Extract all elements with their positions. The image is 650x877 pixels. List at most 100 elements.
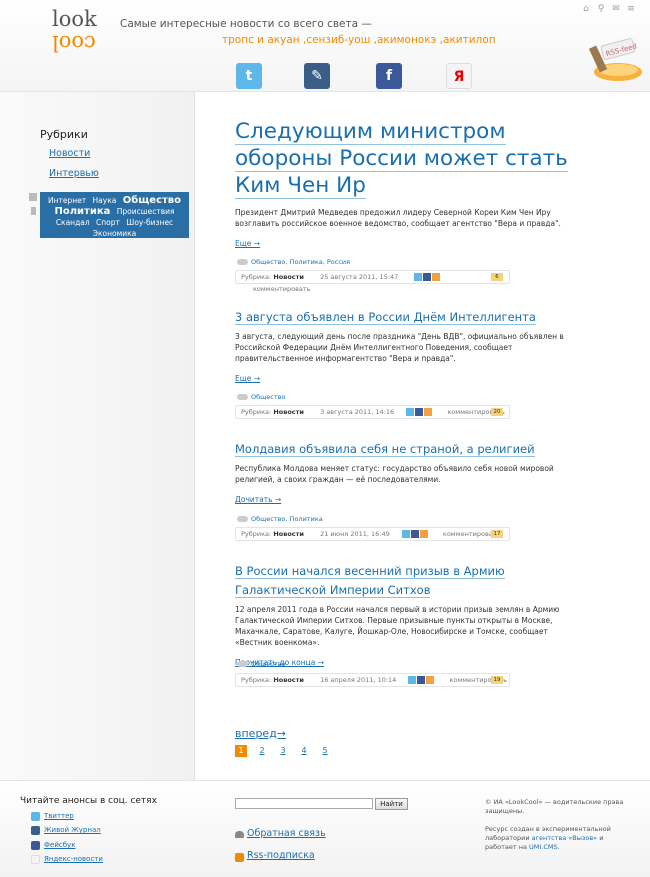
twitter-share-icon[interactable] [408, 676, 417, 684]
facebook-share-icon[interactable] [417, 676, 426, 684]
rubric-link[interactable]: Новости [273, 408, 304, 416]
livejournal-icon[interactable]: ✎ [304, 63, 330, 89]
tag-internet[interactable]: Интернет [48, 196, 86, 205]
tag-sport[interactable]: Спорт [96, 218, 120, 227]
sidebar-title: Рубрики [40, 128, 88, 141]
bookmark-icon[interactable] [432, 273, 441, 281]
sidebar-item-news[interactable]: Новости [49, 148, 90, 159]
read-more-link[interactable]: Еще → [235, 239, 575, 248]
twitter-share-icon[interactable] [414, 273, 423, 281]
category-link[interactable]: Общество [251, 258, 285, 266]
footer-link-twitter[interactable]: Твиттер [44, 812, 74, 820]
article: В России начался весенний призыв в Армию… [235, 560, 575, 667]
logo-top: look [52, 7, 97, 31]
tag-scandal[interactable]: Скандал [56, 218, 90, 227]
article: 3 августа объявлен в России Днём Интелли… [235, 306, 575, 383]
article-body: 3 августа, следующий день после праздник… [235, 332, 564, 363]
article-body: 12 апреля 2011 года в России начался пер… [235, 605, 560, 647]
article-body: Республика Молдова меняет статус: госуда… [235, 464, 554, 484]
article-categories: Общество, Политика [237, 515, 323, 523]
article-title[interactable]: 3 августа объявлен в России Днём Интелли… [235, 310, 536, 325]
page-1[interactable]: 1 [235, 745, 247, 757]
page-4[interactable]: 4 [298, 745, 310, 757]
feedback-link[interactable]: Обратная связь [247, 828, 326, 839]
rss-icon [235, 853, 244, 862]
next-page-link[interactable]: вперед→ [235, 727, 286, 740]
tag-incidents[interactable]: Происшествия [117, 207, 175, 216]
twitter-share-icon[interactable] [406, 408, 415, 416]
page-2[interactable]: 2 [256, 745, 268, 757]
resource-dot: . [557, 843, 560, 851]
article-info-bar: Рубрика: Новости 25 августа 2011, 15:47 … [235, 270, 510, 293]
tags-icon [237, 661, 248, 667]
page-3[interactable]: 3 [277, 745, 289, 757]
rubric-label: Рубрика: [241, 676, 272, 684]
rubric-label: Рубрика: [241, 530, 272, 538]
comment-count: 20 [491, 408, 503, 416]
agency-link[interactable]: агентства «Вызов» [532, 834, 597, 842]
category-link[interactable]: Россия [327, 258, 350, 266]
sitemap-icon[interactable]: ≡ [626, 4, 636, 14]
yandex-icon[interactable]: Я [446, 63, 472, 89]
home-icon[interactable]: ⌂ [581, 4, 591, 14]
footer-social-title: Читайте анонсы в соц. сетях [20, 796, 157, 806]
list-view-icon[interactable] [29, 193, 37, 201]
footer-link-livejournal[interactable]: Живой Журнал [44, 826, 101, 834]
rubric-link[interactable]: Новости [273, 273, 304, 281]
facebook-share-icon[interactable] [410, 530, 419, 538]
read-more-link[interactable]: Прочитать до конца → [235, 658, 575, 667]
article-categories: Общество [237, 660, 285, 668]
footer-link-facebook[interactable]: Фейсбук [44, 841, 75, 849]
tag-politics[interactable]: Политика [54, 206, 110, 217]
search-button[interactable]: Найти [375, 798, 408, 810]
copyright: © ИА «LookCool» — водительские права защ… [485, 798, 624, 815]
category-link[interactable]: Политика [290, 515, 323, 523]
article-title[interactable]: В России начался весенний призыв в Армию… [235, 564, 505, 598]
category-link[interactable]: Общество [251, 515, 285, 523]
footer-link-yandex[interactable]: Яндекс-новости [44, 855, 103, 863]
resource-info: Ресурс создан в экспериментальной лабора… [485, 825, 635, 852]
facebook-icon [31, 841, 40, 850]
article: Молдавия объявила себя не страной, а рел… [235, 438, 575, 504]
twitter-share-icon[interactable] [401, 530, 410, 538]
article-info-bar: Рубрика: Новости 3 августа 2011, 14:16 к… [235, 405, 510, 419]
page-5[interactable]: 5 [319, 745, 331, 757]
facebook-icon[interactable]: f [376, 63, 402, 89]
tag-society[interactable]: Общество [123, 195, 181, 206]
sidebar-item-interview[interactable]: Интервью [49, 168, 99, 179]
rss-link[interactable]: Rss-подписка [247, 850, 315, 861]
search-input[interactable] [235, 798, 373, 809]
bookmark-icon[interactable] [426, 676, 435, 684]
logo[interactable]: look cool [52, 6, 98, 62]
tag-science[interactable]: Наука [93, 196, 117, 205]
twitter-icon [31, 812, 40, 821]
category-link[interactable]: Политика [290, 258, 323, 266]
mail-icon[interactable]: ✉ [611, 4, 621, 14]
read-more-link[interactable]: Дочитать → [235, 495, 575, 504]
article-title[interactable]: Следующим министром обороны России может… [235, 119, 568, 199]
read-more-link[interactable]: Еще → [235, 374, 575, 383]
category-link[interactable]: Общество [251, 393, 285, 401]
rss-feed-icon[interactable]: RSS-feed [588, 26, 644, 84]
comment-count: 19 [491, 676, 503, 684]
rubric-label: Рубрика: [241, 273, 272, 281]
search-icon[interactable]: ⚲ [596, 4, 606, 14]
tagline-sub: тропс и акуан ,сензиб-уош ,акимонокэ ,ак… [222, 34, 496, 46]
comment-link[interactable]: комментировать [253, 285, 311, 293]
cms-link[interactable]: UMI.CMS [529, 843, 558, 851]
rubric-link[interactable]: Новости [273, 676, 304, 684]
article-date: 16 апреля 2011, 10:14 [320, 676, 397, 684]
category-link[interactable]: Общество [251, 660, 285, 668]
facebook-share-icon[interactable] [415, 408, 424, 416]
rubric-link[interactable]: Новости [273, 530, 304, 538]
article-info-bar: Рубрика: Новости 21 июня 2011, 16:49 ком… [235, 527, 510, 541]
tag-economy[interactable]: Экономика [93, 229, 137, 238]
tags-icon [237, 259, 248, 265]
tag-showbiz[interactable]: Шоу-бизнес [126, 218, 173, 227]
key-icon[interactable] [31, 207, 36, 215]
twitter-icon[interactable]: t [236, 63, 262, 89]
facebook-share-icon[interactable] [423, 273, 432, 281]
article-title[interactable]: Молдавия объявила себя не страной, а рел… [235, 442, 535, 457]
bookmark-icon[interactable] [424, 408, 433, 416]
bookmark-icon[interactable] [419, 530, 428, 538]
